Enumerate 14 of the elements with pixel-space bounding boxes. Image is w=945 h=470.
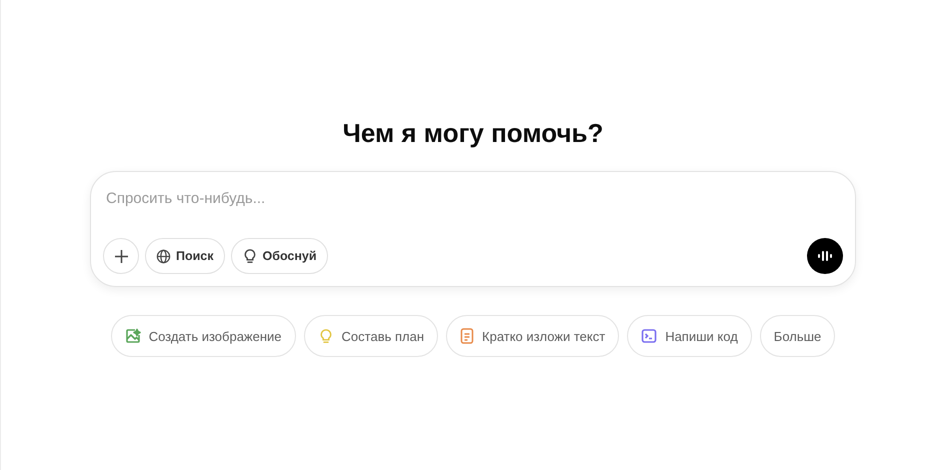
- search-button[interactable]: Поиск: [145, 238, 225, 274]
- suggestion-chip[interactable]: Создать изображение: [110, 315, 296, 357]
- lightbulb-icon: [242, 248, 258, 264]
- plus-icon: [114, 248, 128, 264]
- suggestion-chip[interactable]: Составь план: [304, 315, 438, 357]
- sound-wave-icon: [817, 249, 833, 263]
- suggestion-chip[interactable]: Кратко изложи текст: [446, 315, 620, 357]
- globe-icon: [156, 248, 171, 264]
- voice-button[interactable]: [807, 238, 843, 274]
- reason-button[interactable]: Обоснуй: [230, 238, 328, 274]
- page-heading: Чем я могу помочь?: [342, 118, 604, 149]
- suggestion-chip[interactable]: Напиши код: [627, 315, 752, 357]
- suggestion-chip[interactable]: Больше: [760, 315, 836, 357]
- add-button[interactable]: [103, 238, 139, 274]
